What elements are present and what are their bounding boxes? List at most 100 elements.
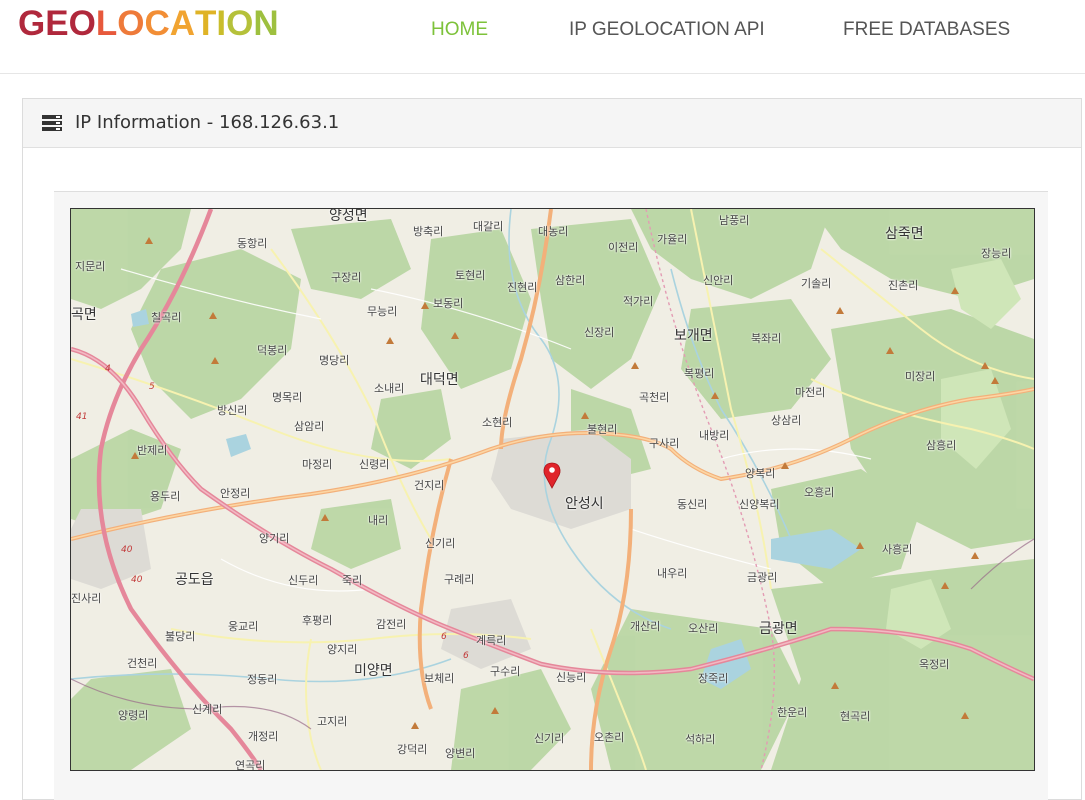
map-place-label: 대덕면	[420, 372, 459, 388]
map-place-label: 삼암리	[294, 420, 325, 433]
svg-text:41: 41	[76, 412, 87, 422]
map-place-label: 무능리	[367, 305, 398, 318]
map-place-label: 미장리	[905, 370, 936, 383]
map-place-label: 금광리	[747, 571, 778, 584]
panel-title: IP Information - 168.126.63.1	[75, 112, 340, 133]
ip-information-panel: IP Information - 168.126.63.1 4 5 41 40 …	[22, 98, 1082, 800]
map-place-label: 죽리	[342, 574, 363, 587]
logo-letter: E	[45, 4, 69, 43]
map-place-label: 내우리	[657, 567, 688, 580]
map-place-label: 미양면	[354, 663, 393, 679]
map-place-label: 토현리	[455, 269, 486, 282]
map-place-label: 보체리	[424, 672, 455, 685]
map-place-label: 양변리	[445, 747, 476, 760]
map-place-label: 정동리	[247, 673, 278, 686]
map-place-label: 삼흥리	[926, 439, 957, 452]
map-place-label: 안성시	[565, 496, 604, 512]
map-place-label: 감전리	[376, 618, 407, 631]
map-place-label: 구사리	[649, 437, 680, 450]
map-place-label: 구례리	[444, 573, 475, 586]
map-place-label: 신두리	[288, 574, 319, 587]
map-place-label: 반제리	[137, 444, 168, 457]
map-place-label: 개정리	[248, 730, 279, 743]
map-place-label: 남풍리	[719, 214, 750, 227]
map-place-label: 삼한리	[555, 274, 586, 287]
nav-free-databases-link[interactable]: FREE DATABASES	[843, 19, 1010, 41]
map-place-label: 고지리	[317, 715, 348, 728]
map-place-label: 개산리	[630, 620, 661, 633]
map-place-label: 용두리	[150, 490, 181, 503]
map-place-label: 계륵리	[476, 634, 507, 647]
logo-letter: O	[117, 4, 145, 43]
map-place-label: 진사리	[71, 592, 102, 605]
map-place-label: 지문리	[75, 260, 106, 273]
map-place-label: 내방리	[699, 429, 730, 442]
svg-text:5: 5	[149, 382, 155, 392]
panel-header: IP Information - 168.126.63.1	[23, 99, 1081, 148]
map-place-label: 구수리	[490, 665, 521, 678]
map-place-label: 장죽리	[698, 672, 729, 685]
map-place-label: 강덕리	[397, 743, 428, 756]
map-place-label: 신안리	[703, 274, 734, 287]
map-place-label: 오촌리	[594, 731, 625, 744]
map-place-label: 건지리	[414, 479, 445, 492]
map-place-label: 신장리	[584, 326, 615, 339]
map-place-label: 곡천리	[639, 391, 670, 404]
map-place-label: 내리	[368, 514, 389, 527]
svg-text:40: 40	[131, 575, 143, 585]
map-place-label: 신기리	[534, 732, 565, 745]
map-base-layer: 4 5 41 40 40 6 6	[71, 209, 1034, 770]
map-place-label: 곡면	[71, 307, 97, 323]
map-place-label: 금광면	[759, 621, 798, 637]
map-place-label: 양령리	[118, 709, 149, 722]
logo-letter: I	[216, 4, 227, 43]
logo-letter: O	[68, 4, 96, 43]
map-place-label: 방축리	[413, 225, 444, 238]
map-place-label: 장능리	[981, 247, 1012, 260]
nav-ip-geolocation-api-link[interactable]: IP GEOLOCATION API	[569, 19, 765, 41]
server-icon	[42, 115, 62, 131]
site-logo[interactable]: GEOLOCATION	[18, 4, 279, 44]
logo-letter: O	[226, 4, 254, 43]
map-place-label: 진촌리	[888, 279, 919, 292]
svg-text:40: 40	[121, 545, 133, 555]
map-place-label: 복평리	[684, 367, 715, 380]
map-place-label: 한운리	[777, 706, 808, 719]
logo-letter: L	[95, 4, 118, 43]
map-place-label: 구장리	[331, 271, 362, 284]
map-place-label: 명당리	[319, 354, 350, 367]
map-place-label: 대농리	[538, 225, 569, 238]
map-place-label: 옥정리	[919, 658, 950, 671]
map-place-label: 양성면	[329, 208, 368, 224]
svg-text:6: 6	[441, 632, 447, 642]
logo-letter: G	[18, 4, 46, 43]
map-place-label: 적가리	[623, 295, 654, 308]
map-place-label: 양기리	[259, 532, 290, 545]
map-place-label: 가율리	[657, 233, 688, 246]
nav-home-link[interactable]: HOME	[431, 19, 488, 41]
map-place-label: 오산리	[688, 622, 719, 635]
logo-letter: N	[253, 4, 279, 43]
map-place-label: 신계리	[192, 703, 223, 716]
map-place-label: 이전리	[608, 241, 639, 254]
map-place-label: 신능리	[556, 671, 587, 684]
location-map[interactable]: 4 5 41 40 40 6 6 양성면 동항리 방축리 대갈리 대농리 이전리 가율리 남풍리 삼죽면…	[70, 208, 1035, 771]
top-navigation: GEOLOCATION HOME IP GEOLOCATION API FREE…	[0, 0, 1085, 74]
map-place-label: 후평리	[302, 614, 333, 627]
map-place-label: 신양복리	[739, 498, 780, 511]
map-place-label: 현곡리	[840, 710, 871, 723]
logo-letter: A	[169, 4, 196, 43]
logo-letter: C	[144, 4, 170, 43]
map-place-label: 양복리	[745, 467, 776, 480]
map-place-label: 상삼리	[771, 414, 802, 427]
panel-body: 4 5 41 40 40 6 6 양성면 동항리 방축리 대갈리 대농리 이전리 가율리 남풍리 삼죽면…	[54, 191, 1048, 800]
map-place-label: 양지리	[327, 643, 358, 656]
map-place-label: 웅교리	[228, 620, 259, 633]
map-place-label: 칠곡리	[151, 311, 182, 324]
map-place-label: 명목리	[272, 391, 303, 404]
map-place-label: 소내리	[374, 382, 405, 395]
map-place-label: 안정리	[220, 487, 251, 500]
map-place-label: 진현리	[507, 281, 538, 294]
svg-text:6: 6	[463, 651, 469, 661]
map-place-label: 동항리	[237, 237, 268, 250]
